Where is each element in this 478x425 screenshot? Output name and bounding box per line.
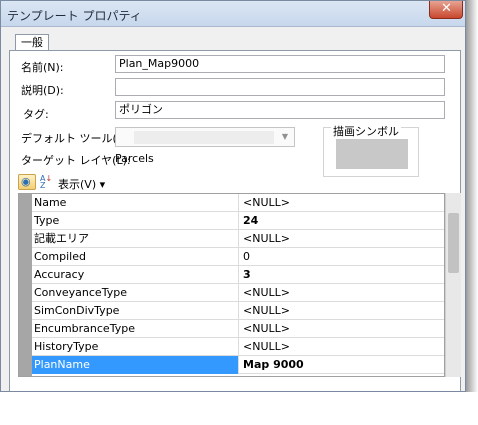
grid-row[interactable]: PlanName Map 9000 [32, 356, 444, 374]
grid-row-value[interactable]: <NULL> [240, 338, 444, 356]
grid-row-value[interactable]: <NULL> [240, 320, 444, 338]
grid-row-value[interactable]: Map 9000 [240, 356, 444, 374]
grid-row[interactable]: 記載エリア <NULL> [32, 230, 444, 248]
name-field[interactable]: Plan_Map9000 [115, 55, 445, 73]
close-icon: ✕ [441, 1, 452, 16]
grid-row-value[interactable]: 3 [240, 266, 444, 284]
grid-row-name: Name [32, 194, 239, 212]
tag-label: タグ: [23, 108, 49, 121]
grid-row[interactable]: ConveyanceType <NULL> [32, 284, 444, 302]
close-button[interactable]: ✕ [429, 1, 463, 19]
grid-row[interactable]: EncumbranceType <NULL> [32, 320, 444, 338]
grid-row-value[interactable]: 0 [240, 248, 444, 266]
name-label: 名前(N): [21, 61, 64, 74]
grid-row-value[interactable]: 24 [240, 212, 444, 230]
window-title: テンプレート プロパティ [7, 9, 142, 23]
grid-row-value[interactable]: <NULL> [240, 230, 444, 248]
scroll-thumb[interactable] [448, 213, 459, 273]
grid-row[interactable]: Compiled 0 [32, 248, 444, 266]
drawing-symbol-swatch[interactable] [336, 139, 408, 169]
grid-row-name: ConveyanceType [32, 284, 239, 302]
target-layer-value: Parcels [115, 152, 154, 165]
grid-row[interactable]: SimConDivType <NULL> [32, 302, 444, 320]
grid-row-value[interactable]: <NULL> [240, 284, 444, 302]
template-properties-dialog: テンプレート プロパティ ✕ 一般 名前(N): Plan_Map9000 説明… [0, 0, 466, 392]
grid-row-name: Accuracy [32, 266, 239, 284]
default-tool-value [134, 131, 274, 144]
grid-row[interactable]: Accuracy 3 [32, 266, 444, 284]
grid-row-name: PlanName [32, 356, 239, 374]
grid-gutter [19, 194, 32, 376]
grid-row[interactable]: HistoryType <NULL> [32, 338, 444, 356]
drawing-symbol-label: 描画シンボル [331, 123, 401, 139]
tab-general[interactable]: 一般 [15, 34, 49, 51]
grid-row-name: HistoryType [32, 338, 239, 356]
tag-field[interactable]: ポリゴン [115, 101, 445, 119]
window-shadow [466, 0, 478, 425]
alphabetical-sort-icon[interactable]: A↓ Z [40, 175, 54, 190]
grid-row-name: SimConDivType [32, 302, 239, 320]
attribute-grid: Name <NULL> Type 24 記載エリア <NULL> Compiled 0 Accu… [18, 193, 445, 377]
chevron-down-icon: ▼ [281, 132, 289, 141]
grid-scrollbar[interactable] [445, 193, 461, 377]
grid-row-value[interactable]: <NULL> [240, 302, 444, 320]
title-bar: テンプレート プロパティ ✕ [1, 1, 465, 27]
grid-row-name: 記載エリア [32, 230, 239, 248]
view-menu[interactable]: 表示(V) ▾ [58, 176, 105, 192]
grid-row-value[interactable]: <NULL> [240, 194, 444, 212]
grid-row-name: Compiled [32, 248, 239, 266]
grid-row-name: EncumbranceType [32, 320, 239, 338]
description-field[interactable] [115, 78, 445, 96]
default-tool-dropdown[interactable]: ▼ [115, 127, 295, 147]
grid-row[interactable]: Name <NULL> [32, 194, 444, 212]
description-label: 説明(D): [21, 84, 64, 97]
grid-row[interactable]: Type 24 [32, 212, 444, 230]
categorized-view-icon[interactable]: ◉ [18, 174, 36, 190]
torn-edge [0, 392, 478, 425]
grid-row-name: Type [32, 212, 239, 230]
